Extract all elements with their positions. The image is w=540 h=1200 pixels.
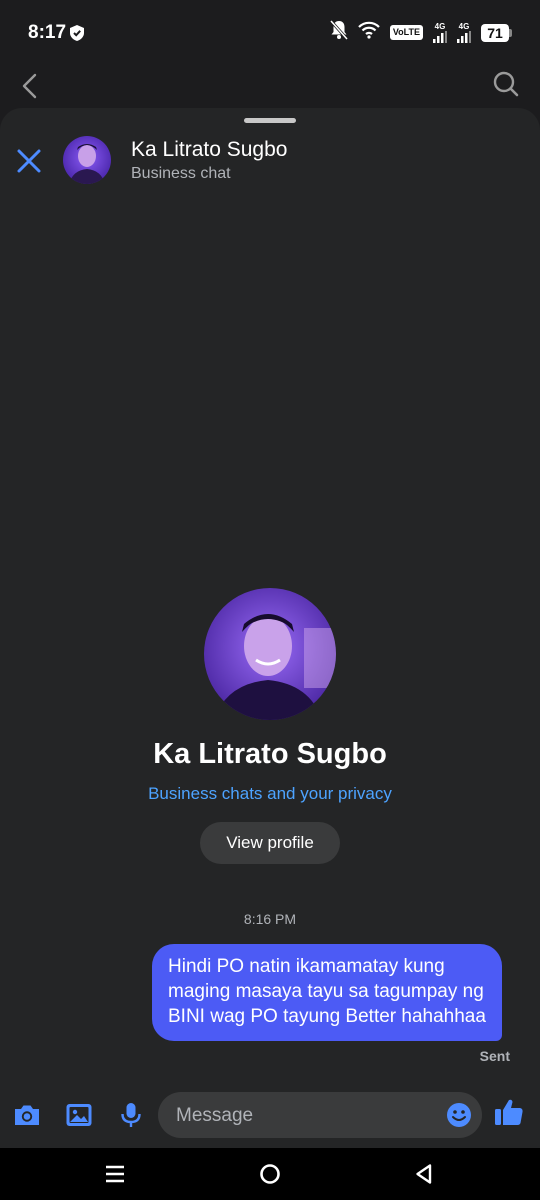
volte-badge: VoLTE — [389, 25, 423, 40]
network-type-label: 4G — [434, 21, 446, 31]
status-bar: 8:17 VoLTE 4G 4G 71 — [0, 0, 540, 64]
background-nav — [0, 64, 540, 108]
back-arrow-icon[interactable] — [18, 72, 42, 105]
signal-bars-icon — [433, 30, 447, 43]
signal-2: 4G — [457, 21, 471, 43]
message-field[interactable] — [158, 1092, 482, 1140]
recent-apps-icon[interactable] — [103, 1162, 127, 1186]
system-nav-bar — [0, 1148, 540, 1200]
drag-handle[interactable] — [244, 118, 296, 123]
message-input[interactable] — [174, 1092, 438, 1140]
signal-1: 4G — [433, 21, 447, 43]
profile-name: Ka Litrato Sugbo — [153, 738, 387, 770]
screen: 8:17 VoLTE 4G 4G 71 Ka Litrato Sugbo Bus… — [0, 0, 540, 1200]
profile-avatar[interactable] — [204, 588, 336, 720]
search-icon[interactable] — [492, 70, 520, 103]
microphone-icon[interactable] — [116, 1100, 146, 1130]
back-icon[interactable] — [412, 1162, 436, 1186]
wifi-icon — [358, 21, 380, 44]
message-timestamp: 8:16 PM — [243, 911, 297, 927]
mute-bell-icon — [329, 20, 348, 45]
chat-sheet: Ka Litrato Sugbo Business chat Ka Litrat… — [0, 108, 540, 1148]
gallery-icon[interactable] — [64, 1100, 94, 1130]
avatar[interactable] — [63, 136, 111, 184]
close-icon — [17, 149, 41, 173]
message-status: Sent — [479, 1048, 510, 1064]
view-profile-button[interactable]: View profile — [200, 822, 340, 864]
emoji-icon[interactable] — [446, 1102, 472, 1128]
camera-icon[interactable] — [12, 1100, 42, 1130]
close-button[interactable] — [14, 146, 44, 176]
shield-icon — [70, 25, 84, 46]
status-time: 8:17 — [28, 22, 67, 43]
chat-title: Ka Litrato Sugbo — [131, 138, 288, 161]
status-icons: VoLTE 4G 4G 71 — [329, 20, 512, 45]
network-type-label: 4G — [458, 21, 470, 31]
privacy-link[interactable]: Business chats and your privacy — [0, 784, 540, 804]
message-bubble[interactable]: Hindi PO natin ikamamatay kung maging ma… — [152, 944, 502, 1041]
battery-level: 71 — [481, 23, 509, 42]
thumbs-up-icon[interactable] — [493, 1096, 523, 1126]
battery-icon: 71 — [481, 23, 512, 42]
signal-bars-icon — [457, 30, 471, 43]
chat-subtitle: Business chat — [131, 165, 231, 182]
composer — [0, 1082, 540, 1148]
home-icon[interactable] — [258, 1162, 282, 1186]
